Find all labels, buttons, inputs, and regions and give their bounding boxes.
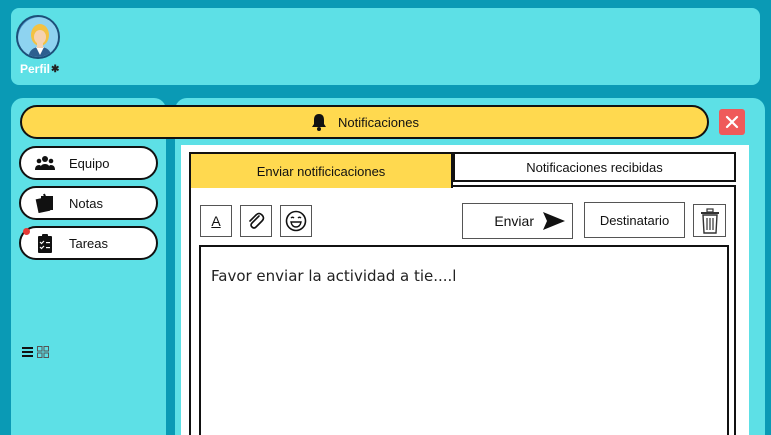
sidebar-item-notas[interactable]: Notas bbox=[19, 186, 158, 220]
close-icon bbox=[725, 115, 739, 129]
delete-button[interactable] bbox=[693, 204, 726, 237]
recipient-button[interactable]: Destinatario bbox=[584, 202, 685, 238]
tasks-icon bbox=[21, 233, 69, 253]
message-text: Favor enviar la actividad a tie....l bbox=[211, 267, 457, 285]
view-toggle bbox=[22, 346, 49, 358]
font-icon: A bbox=[211, 213, 221, 229]
send-label: Enviar bbox=[494, 213, 534, 229]
notification-dot bbox=[23, 228, 30, 235]
profile-label: Perfil bbox=[20, 62, 51, 76]
team-icon bbox=[21, 155, 69, 171]
close-button[interactable] bbox=[719, 109, 745, 135]
header bbox=[11, 8, 760, 85]
paperclip-icon bbox=[249, 212, 265, 229]
send-button[interactable]: Enviar bbox=[462, 203, 573, 239]
message-textarea[interactable]: Favor enviar la actividad a tie....l bbox=[199, 245, 729, 435]
profile-link[interactable]: Perfil ✱ bbox=[20, 62, 59, 76]
tab-send-notifications[interactable]: Enviar notificicaciones bbox=[189, 152, 453, 188]
notifications-bar: Notificaciones bbox=[20, 105, 709, 139]
list-view-icon[interactable] bbox=[22, 347, 33, 357]
font-format-button[interactable]: A bbox=[200, 205, 232, 237]
tab-label: Enviar notificicaciones bbox=[256, 163, 386, 179]
send-icon bbox=[543, 212, 565, 230]
sidebar-item-tareas[interactable]: Tareas bbox=[19, 226, 158, 260]
emoji-button[interactable] bbox=[280, 205, 312, 237]
sidebar-item-label: Equipo bbox=[69, 155, 110, 171]
bell-icon bbox=[312, 114, 327, 131]
sidebar-item-label: Notas bbox=[69, 195, 103, 211]
notes-icon bbox=[21, 193, 69, 213]
smiley-icon bbox=[285, 210, 307, 232]
sidebar-item-label: Tareas bbox=[69, 235, 109, 251]
tab-received-notifications[interactable]: Notificaciones recibidas bbox=[453, 152, 736, 182]
sidebar-item-equipo[interactable]: Equipo bbox=[19, 146, 158, 180]
recipient-label: Destinatario bbox=[599, 212, 670, 228]
avatar[interactable] bbox=[16, 15, 60, 59]
trash-icon bbox=[700, 207, 719, 234]
attach-button[interactable] bbox=[240, 205, 272, 237]
notifications-title: Notificaciones bbox=[338, 114, 419, 130]
tab-label: Notificaciones recibidas bbox=[526, 159, 663, 175]
grid-view-icon[interactable] bbox=[37, 346, 49, 358]
gear-icon: ✱ bbox=[51, 63, 60, 75]
